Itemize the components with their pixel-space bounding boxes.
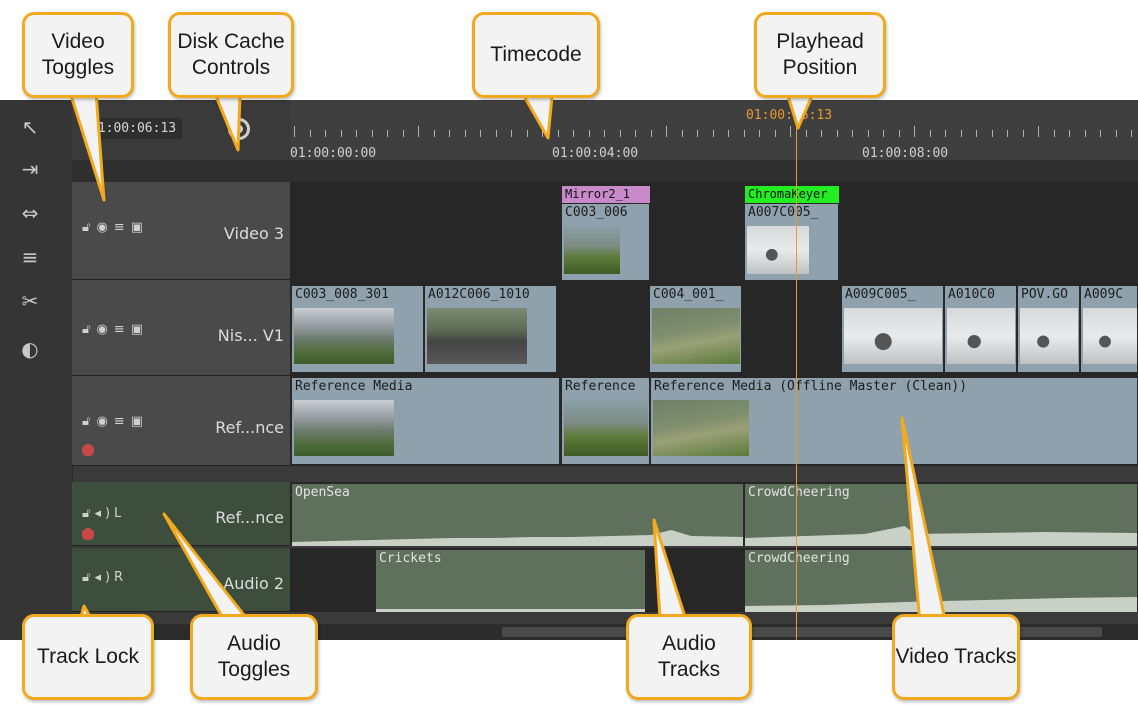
- callout-timecode: Timecode: [472, 12, 600, 98]
- callout-audio-toggles: Audio Toggles: [190, 614, 318, 700]
- callout-disk-cache: Disk Cache Controls: [168, 12, 294, 98]
- pointer-video-tracks: [900, 416, 948, 626]
- pointer-audio-toggles: [162, 512, 250, 622]
- pointer-timecode: [522, 94, 554, 140]
- pointer-playhead: [786, 94, 814, 130]
- pointer-video-toggles: [68, 90, 106, 202]
- callout-playhead: Playhead Position: [754, 12, 886, 98]
- callout-pointers: [68, 90, 948, 636]
- pointer-audio-tracks: [652, 518, 688, 622]
- callout-audio-tracks: Audio Tracks: [626, 614, 752, 700]
- callout-video-tracks: Video Tracks: [892, 614, 1020, 700]
- pointer-disk-cache: [214, 94, 242, 152]
- callout-video-toggles: Video Toggles: [22, 12, 134, 98]
- callout-track-lock: Track Lock: [22, 614, 154, 700]
